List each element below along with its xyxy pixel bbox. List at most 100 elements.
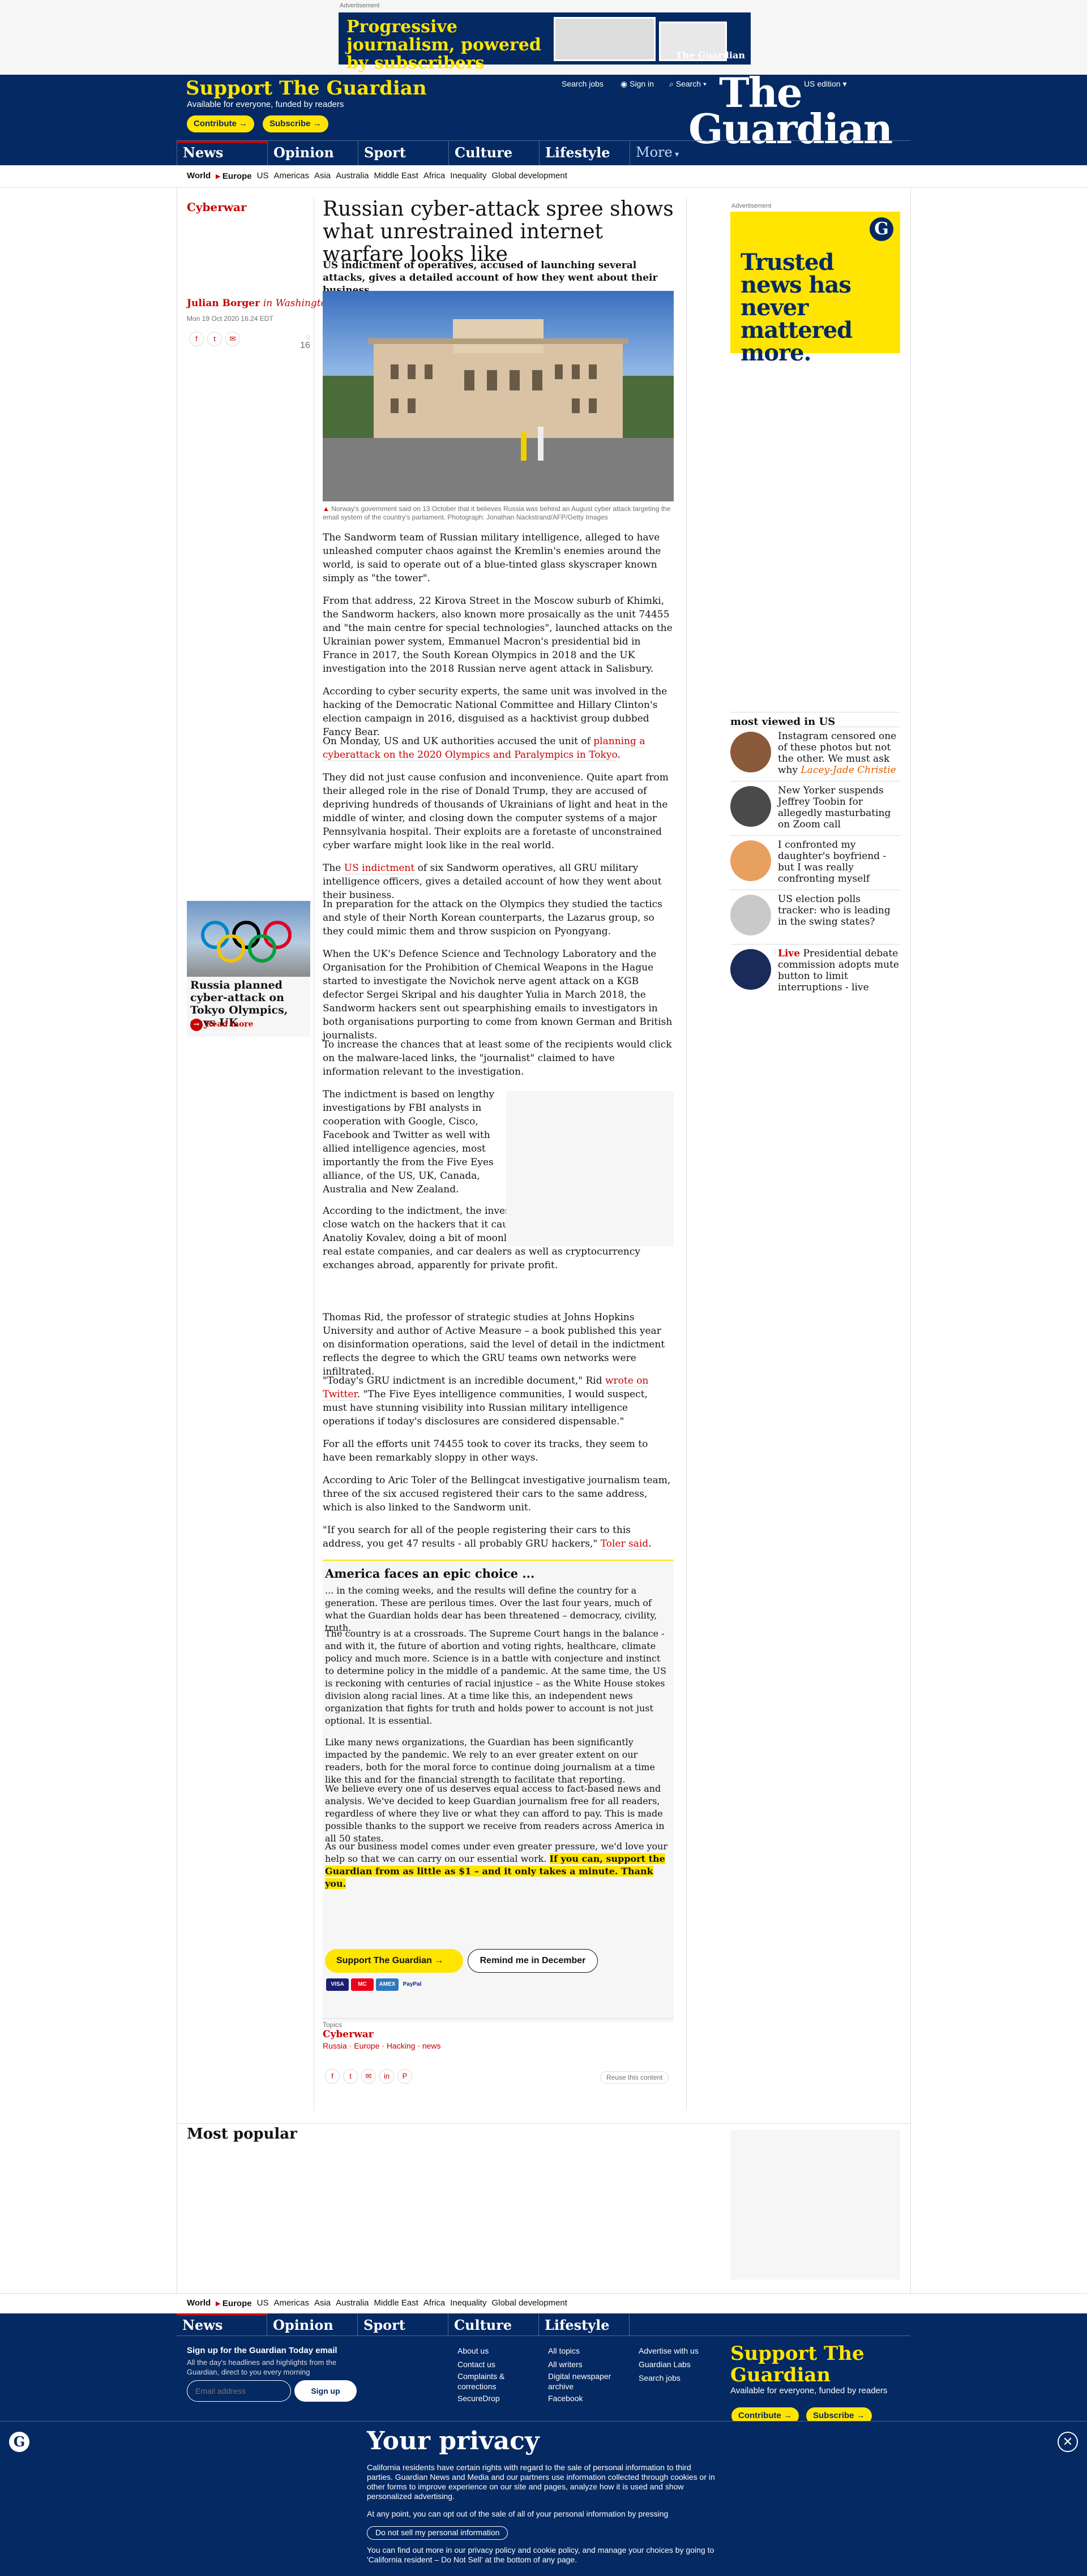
nav-culture[interactable]: Culture bbox=[448, 2313, 539, 2336]
nav-opinion[interactable]: Opinion bbox=[267, 2313, 358, 2336]
article-paragraph: From that address, 22 Kirova Street in t… bbox=[323, 595, 673, 675]
subnav-middle-east[interactable]: Middle East bbox=[374, 2298, 418, 2308]
search-jobs-link[interactable]: Search jobs bbox=[562, 79, 604, 88]
subnav-us[interactable]: US bbox=[257, 2298, 269, 2308]
contribute-button[interactable]: Contribute → bbox=[187, 115, 254, 132]
nav-sport[interactable]: Sport bbox=[358, 2313, 448, 2336]
right-ad-slot[interactable]: G Trusted news has never mattered more. bbox=[730, 212, 900, 364]
pinterest-share-icon[interactable]: P bbox=[397, 2069, 412, 2084]
secondary-nav: World ▸ Europe US Americas Asia Australi… bbox=[0, 165, 1087, 188]
subnav-europe[interactable]: ▸ Europe bbox=[216, 171, 251, 181]
most-viewed-item[interactable]: Live Presidential debate commission adop… bbox=[730, 944, 900, 993]
subnav-world[interactable]: World bbox=[187, 171, 211, 181]
twitter-share-icon[interactable]: t bbox=[343, 2069, 358, 2084]
most-viewed-item[interactable]: Instagram censored one of these photos b… bbox=[730, 727, 900, 776]
section-label[interactable]: Cyberwar bbox=[187, 200, 247, 214]
ad-logo: The Guardian bbox=[675, 50, 745, 61]
nav-more[interactable]: More ▾ bbox=[630, 141, 721, 166]
most-popular-title: Most popular bbox=[187, 2126, 297, 2143]
guardian-logo[interactable]: The Guardian bbox=[688, 72, 893, 149]
subnav-inequality[interactable]: Inequality bbox=[450, 2298, 486, 2308]
subnav-africa[interactable]: Africa bbox=[423, 2298, 445, 2308]
headline: Russian cyber-attack spree shows what un… bbox=[323, 198, 674, 266]
thumbnail bbox=[730, 895, 771, 935]
most-viewed-title: most viewed in US bbox=[730, 712, 900, 728]
footer-link[interactable]: Complaints & corrections bbox=[457, 2371, 537, 2392]
email-input[interactable] bbox=[187, 2380, 291, 2402]
nav-lifestyle[interactable]: Lifestyle bbox=[540, 141, 630, 166]
image-caption: ▲ Norway's government said on 13 October… bbox=[323, 505, 671, 521]
epic-paragraph: We believe every one of us deserves equa… bbox=[325, 1783, 665, 1844]
nav-opinion[interactable]: Opinion bbox=[268, 141, 358, 166]
subnav-europe[interactable]: ▸ Europe bbox=[216, 2298, 251, 2308]
footer-link[interactable]: Guardian Labs bbox=[639, 2358, 724, 2371]
inline-link[interactable]: US indictment bbox=[344, 862, 415, 874]
footer-link[interactable]: All writers bbox=[548, 2358, 633, 2371]
subnav-world[interactable]: World bbox=[187, 2298, 211, 2308]
footer-link[interactable]: All topics bbox=[548, 2344, 633, 2358]
ad-text: Trusted news has never mattered more. bbox=[741, 249, 853, 366]
footer-link[interactable]: SecureDrop bbox=[457, 2392, 537, 2405]
subnav-inequality[interactable]: Inequality bbox=[450, 171, 486, 181]
footer-support-title: Support The Guardian bbox=[730, 2342, 865, 2386]
footer-link[interactable]: Facebook bbox=[548, 2392, 633, 2405]
facebook-share-icon[interactable]: f bbox=[189, 332, 204, 346]
footer-link[interactable]: Contact us bbox=[457, 2358, 537, 2371]
thumbnail bbox=[730, 786, 771, 827]
email-share-icon[interactable]: ✉ bbox=[225, 332, 240, 346]
subnav-asia[interactable]: Asia bbox=[314, 171, 331, 181]
subnav-asia[interactable]: Asia bbox=[314, 2298, 331, 2308]
hero-image bbox=[323, 291, 674, 501]
nav-culture[interactable]: Culture bbox=[449, 141, 540, 166]
support-guardian-button[interactable]: Support The Guardian → bbox=[325, 1949, 463, 1973]
facebook-share-icon[interactable]: f bbox=[325, 2069, 340, 2084]
footer-link[interactable]: Digital newspaper archive bbox=[548, 2371, 633, 2392]
reuse-content-button[interactable]: Reuse this content bbox=[600, 2071, 669, 2084]
read-more-link[interactable]: → Read more bbox=[190, 1019, 254, 1031]
subnav-middle-east[interactable]: Middle East bbox=[374, 171, 418, 181]
footer-link[interactable]: About us bbox=[457, 2344, 537, 2358]
article-paragraph: In preparation for the attack on the Oly… bbox=[323, 899, 662, 937]
sign-up-button[interactable]: Sign up bbox=[294, 2380, 357, 2402]
footer-link[interactable]: Search jobs bbox=[639, 2371, 724, 2385]
related-article-card[interactable]: Russia planned cyber-attack on Tokyo Oly… bbox=[187, 901, 310, 1037]
footer-link[interactable]: Advertise with us bbox=[639, 2344, 724, 2358]
most-viewed-item[interactable]: US election polls tracker: who is leadin… bbox=[730, 890, 900, 938]
top-ad-banner[interactable]: Progressive journalism, powered by subsc… bbox=[339, 12, 751, 72]
nav-news[interactable]: News bbox=[177, 141, 268, 166]
subnav-americas[interactable]: Americas bbox=[273, 171, 309, 181]
subnav-global-development[interactable]: Global development bbox=[491, 2298, 567, 2308]
nav-sport[interactable]: Sport bbox=[358, 141, 449, 166]
subnav-australia[interactable]: Australia bbox=[336, 2298, 369, 2308]
linkedin-share-icon[interactable]: in bbox=[379, 2069, 394, 2084]
email-signup: Sign up for the Guardian Today email All… bbox=[187, 2344, 357, 2402]
ad-text: Progressive journalism, powered by subsc… bbox=[346, 17, 541, 73]
article-paragraph: They did not just cause confusion and in… bbox=[323, 772, 669, 851]
most-viewed-item[interactable]: I confronted my daughter's boyfriend - b… bbox=[730, 835, 900, 885]
subnav-us[interactable]: US bbox=[257, 171, 269, 181]
paypal-icon: PayPal bbox=[401, 1978, 423, 1991]
topic-link[interactable]: Cyberwar bbox=[323, 2029, 674, 2040]
subnav-australia[interactable]: Australia bbox=[336, 171, 369, 181]
keyword-links[interactable]: Russia · Europe · Hacking · news bbox=[323, 2041, 674, 2050]
privacy-text: California residents have certain rights… bbox=[367, 2463, 715, 2501]
footer-support: Support The Guardian Available for every… bbox=[730, 2343, 900, 2395]
byline[interactable]: Julian Borger in Washington bbox=[187, 298, 333, 309]
do-not-sell-button[interactable]: Do not sell my personal information bbox=[367, 2526, 508, 2540]
most-viewed-item[interactable]: New Yorker suspends Jeffrey Toobin for a… bbox=[730, 781, 900, 830]
comment-count[interactable]: ◌ 16 bbox=[300, 333, 310, 351]
subnav-americas[interactable]: Americas bbox=[273, 2298, 309, 2308]
subnav-global-development[interactable]: Global development bbox=[491, 171, 567, 181]
subscribe-button[interactable]: Subscribe → bbox=[263, 115, 328, 132]
article-paragraph: When the UK's Defence Science and Techno… bbox=[323, 948, 673, 1041]
sign-in-link[interactable]: ◉ Sign in bbox=[620, 79, 654, 89]
remind-me-button[interactable]: Remind me in December bbox=[468, 1949, 598, 1973]
subnav-africa[interactable]: Africa bbox=[423, 171, 445, 181]
nav-lifestyle[interactable]: Lifestyle bbox=[539, 2313, 630, 2336]
email-share-icon[interactable]: ✉ bbox=[361, 2069, 376, 2084]
inline-link[interactable]: Toler said bbox=[600, 1538, 649, 1550]
nav-news[interactable]: News bbox=[177, 2313, 267, 2336]
twitter-share-icon[interactable]: t bbox=[207, 332, 222, 346]
thumbnail bbox=[730, 949, 771, 990]
epic-paragraph: Like many news organizations, the Guardi… bbox=[325, 1737, 655, 1785]
